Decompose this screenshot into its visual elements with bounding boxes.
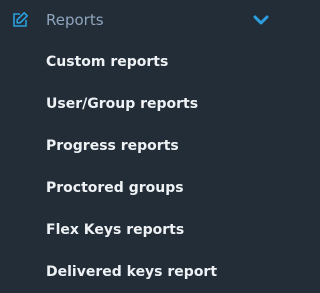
menu-item-progress-reports[interactable]: Progress reports xyxy=(46,136,179,156)
menu-item-user-group-reports[interactable]: User/Group reports xyxy=(46,94,198,114)
menu-item-custom-reports[interactable]: Custom reports xyxy=(46,52,168,72)
reports-menu-header[interactable]: Reports xyxy=(0,0,285,42)
menu-item-flex-keys-reports[interactable]: Flex Keys reports xyxy=(46,220,184,240)
reports-menu-title: Reports xyxy=(46,11,104,29)
edit-square-icon xyxy=(13,12,28,27)
reports-menu: Reports Custom reports User/Group report… xyxy=(0,0,285,293)
menu-item-delivered-keys-report[interactable]: Delivered keys report xyxy=(46,262,217,282)
menu-item-proctored-groups[interactable]: Proctored groups xyxy=(46,178,184,198)
chevron-down-icon[interactable] xyxy=(253,14,269,26)
